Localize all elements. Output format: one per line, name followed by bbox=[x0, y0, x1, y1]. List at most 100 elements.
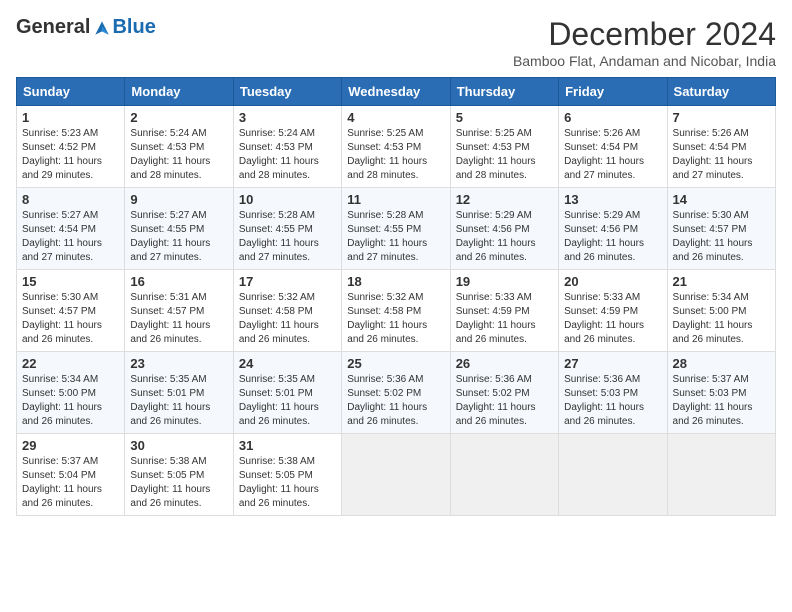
day-info: Sunrise: 5:29 AM Sunset: 4:56 PM Dayligh… bbox=[456, 209, 553, 265]
day-info: Sunrise: 5:37 AM Sunset: 5:04 PM Dayligh… bbox=[22, 455, 119, 511]
calendar-week-2: 8 Sunrise: 5:27 AM Sunset: 4:54 PM Daylig… bbox=[17, 188, 776, 270]
day-number: 22 bbox=[22, 356, 119, 371]
calendar-cell: 1 Sunrise: 5:23 AM Sunset: 4:52 PM Daylig… bbox=[17, 106, 125, 188]
day-number: 20 bbox=[564, 274, 661, 289]
header-wednesday: Wednesday bbox=[342, 78, 450, 106]
day-info: Sunrise: 5:34 AM Sunset: 5:00 PM Dayligh… bbox=[22, 373, 119, 429]
day-info: Sunrise: 5:34 AM Sunset: 5:00 PM Dayligh… bbox=[673, 291, 770, 347]
header-thursday: Thursday bbox=[450, 78, 558, 106]
day-number: 14 bbox=[673, 192, 770, 207]
day-info: Sunrise: 5:31 AM Sunset: 4:57 PM Dayligh… bbox=[130, 291, 227, 347]
calendar-cell: 17 Sunrise: 5:32 AM Sunset: 4:58 PM Dayli… bbox=[233, 270, 341, 352]
day-info: Sunrise: 5:33 AM Sunset: 4:59 PM Dayligh… bbox=[456, 291, 553, 347]
calendar-cell: 16Sunrise: 5:31 AM Sunset: 4:57 PM Dayli… bbox=[125, 270, 233, 352]
day-info: Sunrise: 5:38 AM Sunset: 5:05 PM Dayligh… bbox=[239, 455, 336, 511]
day-number: 7 bbox=[673, 110, 770, 125]
day-number: 5 bbox=[456, 110, 553, 125]
day-info: Sunrise: 5:32 AM Sunset: 4:58 PM Dayligh… bbox=[347, 291, 444, 347]
day-number: 9 bbox=[130, 192, 227, 207]
calendar-table: SundayMondayTuesdayWednesdayThursdayFrid… bbox=[16, 77, 776, 516]
day-info: Sunrise: 5:27 AM Sunset: 4:54 PM Dayligh… bbox=[22, 209, 119, 265]
calendar-cell bbox=[450, 434, 558, 516]
day-number: 21 bbox=[673, 274, 770, 289]
day-number: 8 bbox=[22, 192, 119, 207]
calendar-week-5: 29 Sunrise: 5:37 AM Sunset: 5:04 PM Dayli… bbox=[17, 434, 776, 516]
calendar-cell: 11 Sunrise: 5:28 AM Sunset: 4:55 PM Dayli… bbox=[342, 188, 450, 270]
day-number: 29 bbox=[22, 438, 119, 453]
day-number: 6 bbox=[564, 110, 661, 125]
calendar-cell: 12 Sunrise: 5:29 AM Sunset: 4:56 PM Dayli… bbox=[450, 188, 558, 270]
logo-general-text: General bbox=[16, 16, 90, 39]
calendar-week-4: 22 Sunrise: 5:34 AM Sunset: 5:00 PM Dayli… bbox=[17, 352, 776, 434]
day-number: 26 bbox=[456, 356, 553, 371]
day-info: Sunrise: 5:33 AM Sunset: 4:59 PM Dayligh… bbox=[564, 291, 661, 347]
day-number: 28 bbox=[673, 356, 770, 371]
logo-blue-text: Blue bbox=[112, 16, 155, 39]
calendar-cell: 3 Sunrise: 5:24 AM Sunset: 4:53 PM Daylig… bbox=[233, 106, 341, 188]
calendar-cell: 7 Sunrise: 5:26 AM Sunset: 4:54 PM Daylig… bbox=[667, 106, 775, 188]
day-info: Sunrise: 5:29 AM Sunset: 4:56 PM Dayligh… bbox=[564, 209, 661, 265]
page-header: General Blue December 2024 Bamboo Flat, … bbox=[16, 16, 776, 69]
day-number: 30 bbox=[130, 438, 227, 453]
header-monday: Monday bbox=[125, 78, 233, 106]
day-info: Sunrise: 5:24 AM Sunset: 4:53 PM Dayligh… bbox=[239, 127, 336, 183]
day-number: 27 bbox=[564, 356, 661, 371]
calendar-cell: 13Sunrise: 5:29 AM Sunset: 4:56 PM Dayli… bbox=[559, 188, 667, 270]
calendar-cell bbox=[559, 434, 667, 516]
calendar-cell: 9 Sunrise: 5:27 AM Sunset: 4:55 PM Daylig… bbox=[125, 188, 233, 270]
day-number: 11 bbox=[347, 192, 444, 207]
day-info: Sunrise: 5:26 AM Sunset: 4:54 PM Dayligh… bbox=[673, 127, 770, 183]
day-info: Sunrise: 5:28 AM Sunset: 4:55 PM Dayligh… bbox=[239, 209, 336, 265]
day-number: 24 bbox=[239, 356, 336, 371]
day-info: Sunrise: 5:25 AM Sunset: 4:53 PM Dayligh… bbox=[456, 127, 553, 183]
calendar-cell bbox=[667, 434, 775, 516]
calendar-cell: 10Sunrise: 5:28 AM Sunset: 4:55 PM Dayli… bbox=[233, 188, 341, 270]
header-tuesday: Tuesday bbox=[233, 78, 341, 106]
calendar-cell: 28 Sunrise: 5:37 AM Sunset: 5:03 PM Dayli… bbox=[667, 352, 775, 434]
calendar-cell: 27 Sunrise: 5:36 AM Sunset: 5:03 PM Dayli… bbox=[559, 352, 667, 434]
logo-icon bbox=[92, 18, 112, 38]
day-info: Sunrise: 5:36 AM Sunset: 5:02 PM Dayligh… bbox=[347, 373, 444, 429]
calendar-cell: 15Sunrise: 5:30 AM Sunset: 4:57 PM Dayli… bbox=[17, 270, 125, 352]
header-friday: Friday bbox=[559, 78, 667, 106]
calendar-cell: 19 Sunrise: 5:33 AM Sunset: 4:59 PM Dayli… bbox=[450, 270, 558, 352]
day-number: 19 bbox=[456, 274, 553, 289]
day-info: Sunrise: 5:37 AM Sunset: 5:03 PM Dayligh… bbox=[673, 373, 770, 429]
calendar-cell: 30Sunrise: 5:38 AM Sunset: 5:05 PM Dayli… bbox=[125, 434, 233, 516]
calendar-cell: 22 Sunrise: 5:34 AM Sunset: 5:00 PM Dayli… bbox=[17, 352, 125, 434]
day-info: Sunrise: 5:26 AM Sunset: 4:54 PM Dayligh… bbox=[564, 127, 661, 183]
day-number: 23 bbox=[130, 356, 227, 371]
day-number: 18 bbox=[347, 274, 444, 289]
header-saturday: Saturday bbox=[667, 78, 775, 106]
calendar-header-row: SundayMondayTuesdayWednesdayThursdayFrid… bbox=[17, 78, 776, 106]
day-info: Sunrise: 5:32 AM Sunset: 4:58 PM Dayligh… bbox=[239, 291, 336, 347]
calendar-cell: 29 Sunrise: 5:37 AM Sunset: 5:04 PM Dayli… bbox=[17, 434, 125, 516]
day-info: Sunrise: 5:36 AM Sunset: 5:03 PM Dayligh… bbox=[564, 373, 661, 429]
day-number: 3 bbox=[239, 110, 336, 125]
day-number: 1 bbox=[22, 110, 119, 125]
calendar-cell: 24 Sunrise: 5:35 AM Sunset: 5:01 PM Dayli… bbox=[233, 352, 341, 434]
day-info: Sunrise: 5:23 AM Sunset: 4:52 PM Dayligh… bbox=[22, 127, 119, 183]
day-info: Sunrise: 5:28 AM Sunset: 4:55 PM Dayligh… bbox=[347, 209, 444, 265]
day-number: 25 bbox=[347, 356, 444, 371]
day-number: 12 bbox=[456, 192, 553, 207]
day-number: 17 bbox=[239, 274, 336, 289]
calendar-cell: 23 Sunrise: 5:35 AM Sunset: 5:01 PM Dayli… bbox=[125, 352, 233, 434]
day-info: Sunrise: 5:24 AM Sunset: 4:53 PM Dayligh… bbox=[130, 127, 227, 183]
calendar-week-3: 15Sunrise: 5:30 AM Sunset: 4:57 PM Dayli… bbox=[17, 270, 776, 352]
location: Bamboo Flat, Andaman and Nicobar, India bbox=[513, 53, 776, 69]
calendar-cell: 2Sunrise: 5:24 AM Sunset: 4:53 PM Daylig… bbox=[125, 106, 233, 188]
day-info: Sunrise: 5:30 AM Sunset: 4:57 PM Dayligh… bbox=[22, 291, 119, 347]
calendar-week-1: 1 Sunrise: 5:23 AM Sunset: 4:52 PM Daylig… bbox=[17, 106, 776, 188]
calendar-cell: 20 Sunrise: 5:33 AM Sunset: 4:59 PM Dayli… bbox=[559, 270, 667, 352]
day-info: Sunrise: 5:35 AM Sunset: 5:01 PM Dayligh… bbox=[239, 373, 336, 429]
calendar-cell: 26Sunrise: 5:36 AM Sunset: 5:02 PM Dayli… bbox=[450, 352, 558, 434]
day-info: Sunrise: 5:35 AM Sunset: 5:01 PM Dayligh… bbox=[130, 373, 227, 429]
header-sunday: Sunday bbox=[17, 78, 125, 106]
logo: General Blue bbox=[16, 16, 156, 39]
calendar-cell: 21 Sunrise: 5:34 AM Sunset: 5:00 PM Dayli… bbox=[667, 270, 775, 352]
day-number: 31 bbox=[239, 438, 336, 453]
calendar-cell: 25 Sunrise: 5:36 AM Sunset: 5:02 PM Dayli… bbox=[342, 352, 450, 434]
day-info: Sunrise: 5:27 AM Sunset: 4:55 PM Dayligh… bbox=[130, 209, 227, 265]
calendar-cell bbox=[342, 434, 450, 516]
